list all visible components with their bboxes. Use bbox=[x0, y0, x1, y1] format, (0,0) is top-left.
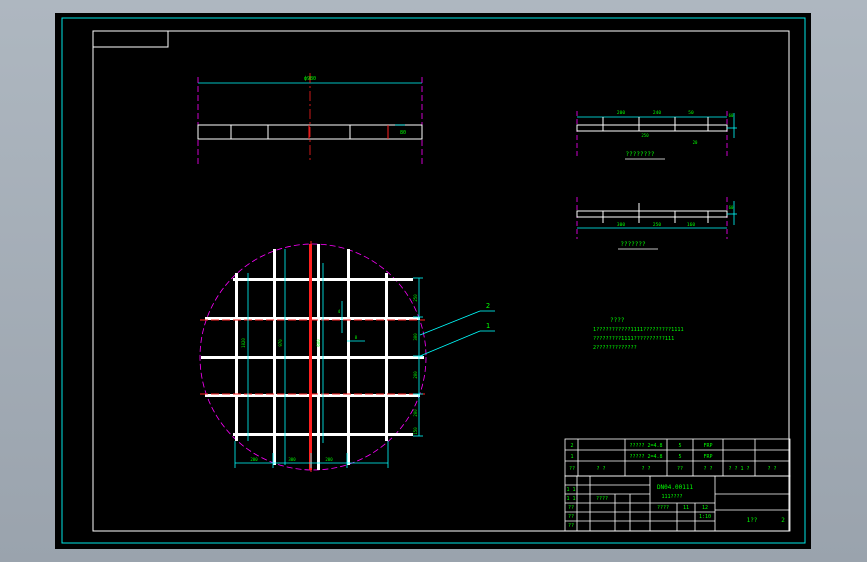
parts-row-2-material: FRP bbox=[703, 454, 712, 460]
plan-dim-right-2: 300 bbox=[413, 333, 418, 341]
inner-frame bbox=[92, 30, 790, 532]
section-2-dim-1: 300 bbox=[617, 222, 625, 228]
callout-1: 1 bbox=[486, 322, 490, 330]
parts-row-1-name: ????? 2=4.8 bbox=[629, 443, 662, 449]
title-block-left-1: 1 1 bbox=[566, 487, 575, 493]
title-block-mid-1: ???? bbox=[657, 505, 669, 511]
section-1-dim-4: 250 bbox=[641, 133, 649, 138]
plan-dim-bottom-3: 200 bbox=[325, 457, 333, 462]
parts-header-name: ? ? bbox=[641, 466, 650, 472]
parts-header-material: ? ? bbox=[703, 466, 712, 472]
section-1-view: 200 240 50 250 20 60 ???????? bbox=[576, 110, 737, 160]
plan-dim-internal-1: 1020 bbox=[241, 338, 246, 348]
section-1-dim-2: 240 bbox=[653, 110, 661, 116]
top-view-overall-dim: ф980 bbox=[304, 76, 316, 82]
notes-line-1: 1???????????1111?????????1111 bbox=[593, 327, 684, 333]
plan-dim-bottom-2: 300 bbox=[288, 457, 296, 462]
title-block-drawing-name: DN04.00111 bbox=[657, 484, 694, 491]
plan-dim-right-4: 200 bbox=[413, 409, 418, 417]
plan-dim-internal-3: 600 bbox=[316, 339, 321, 347]
plan-dim-internal-4: 4 bbox=[338, 309, 341, 314]
title-block-text: DN04.00111 111???? 1 1 1 1 ???? ?? ?? ??… bbox=[566, 484, 785, 529]
title-block-left-4: ?? bbox=[568, 505, 574, 511]
plan-dim-right-5: 150 bbox=[413, 427, 418, 435]
top-view: ф980 80 bbox=[197, 73, 423, 165]
plan-dim-internal-5: 8 bbox=[355, 335, 358, 340]
parts-row-1-qty: 5 bbox=[678, 443, 681, 449]
title-block-drawing-sub: 111???? bbox=[661, 494, 682, 500]
parts-row-2-qty: 5 bbox=[678, 454, 681, 460]
cad-drawing: ф980 80 200 240 50 250 20 60 ???????? 30… bbox=[61, 17, 806, 544]
parts-header-note: ? ? bbox=[767, 466, 776, 472]
title-block-left-6: ?? bbox=[568, 523, 574, 529]
section-2-dim-2: 250 bbox=[653, 222, 661, 228]
top-view-height-dim: 80 bbox=[400, 130, 406, 136]
plan-dim-internal-2: 970 bbox=[278, 339, 283, 347]
section-1-dim-3: 50 bbox=[688, 110, 694, 116]
title-block-scale: 1:10 bbox=[699, 514, 711, 520]
outer-frame bbox=[61, 17, 806, 544]
plan-view: 2 1 200 300 200 250 300 200 200 150 1020… bbox=[199, 241, 495, 473]
corner-label-box bbox=[92, 30, 169, 48]
section-2-dim-3: 160 bbox=[687, 222, 695, 228]
notes-title: ???? bbox=[610, 317, 625, 324]
parts-header-qty: ?? bbox=[677, 466, 683, 472]
section-1-height-dim: 60 bbox=[729, 113, 734, 118]
parts-row-1-material: FRP bbox=[703, 443, 712, 449]
section-1-dim-1: 200 bbox=[617, 110, 625, 116]
plan-dim-right-3: 200 bbox=[413, 371, 418, 379]
title-block-left-2: 1 1 bbox=[566, 496, 575, 502]
title-block-mid-2: 11 bbox=[683, 505, 689, 511]
section-1-caption: ???????? bbox=[626, 151, 655, 158]
parts-row-1-no: 2 bbox=[570, 443, 573, 449]
title-block-sheet-of: 2 bbox=[781, 517, 785, 524]
plan-dim-right-1: 250 bbox=[413, 294, 418, 302]
cad-drawing-viewport[interactable]: ф980 80 200 240 50 250 20 60 ???????? 30… bbox=[55, 13, 811, 549]
title-block-left-5: ?? bbox=[568, 514, 574, 520]
notes-line-3: 2????????????? bbox=[593, 345, 637, 351]
section-1-dim-5: 20 bbox=[693, 140, 698, 145]
parts-table-text: 2 ????? 2=4.8 5 FRP 1 ????? 2=4.8 5 FRP … bbox=[569, 443, 777, 472]
section-2-caption: ??????? bbox=[620, 241, 646, 248]
title-block-left-3: ???? bbox=[596, 496, 608, 502]
parts-header-code: ? ? bbox=[596, 466, 605, 472]
title-block-mid-3: 12 bbox=[702, 505, 708, 511]
callout-2: 2 bbox=[486, 302, 490, 310]
parts-row-2-name: ????? 2=4.8 bbox=[629, 454, 662, 460]
notes-line-2: ?????????1111??????????111 bbox=[593, 336, 674, 342]
parts-header-weight: ? ? 1 ? bbox=[728, 466, 749, 472]
parts-header-no: ?? bbox=[569, 466, 575, 472]
section-2-height-dim: 60 bbox=[729, 205, 734, 210]
plan-dim-bottom-1: 200 bbox=[250, 457, 258, 462]
parts-row-2-no: 1 bbox=[570, 454, 573, 460]
section-2-view: 300 250 160 60 ??????? bbox=[576, 197, 737, 250]
technical-notes: ???? 1???????????1111?????????1111 ?????… bbox=[593, 317, 684, 351]
title-block-sheet-no: 1?? bbox=[747, 517, 758, 524]
